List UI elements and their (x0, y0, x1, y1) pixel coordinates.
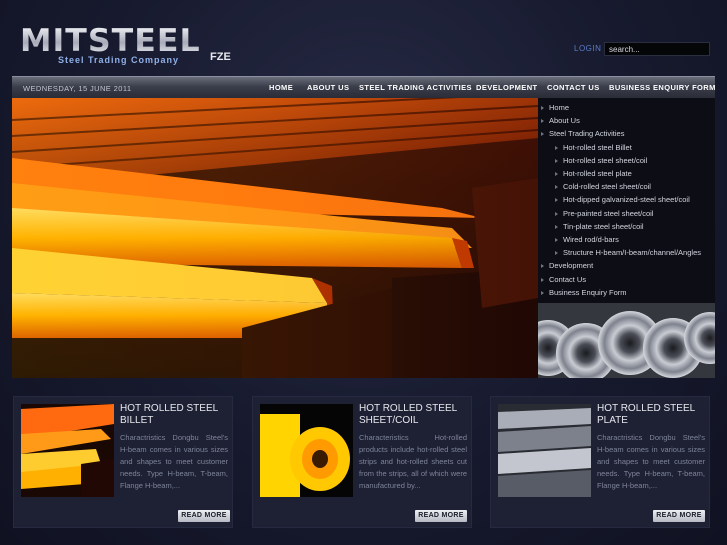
card-description: Charactristics Dongbu Steel's H-beam com… (120, 433, 228, 490)
read-more-button[interactable]: READ MORE (415, 510, 467, 522)
menu-arrow-icon (555, 172, 558, 176)
nav-contact-us[interactable]: CONTACT US (547, 83, 600, 92)
menu-arrow-icon (555, 225, 558, 229)
sidebar-menu-item[interactable]: Wired rod/d-bars (563, 235, 619, 244)
card-description: Charactristics Dongbu Steel's H-beam com… (597, 433, 705, 490)
card-hot-rolled-sheet-coil: HOT ROLLED STEEL SHEET/COIL Characterist… (252, 396, 472, 528)
card-description: Characteristics Hot-rolled products incl… (359, 433, 467, 490)
sidebar-menu-item[interactable]: Contact Us (549, 275, 586, 284)
site-logo[interactable]: MITSTEEL Steel Trading Company FZE (20, 26, 235, 70)
sidebar-menu-item[interactable]: Development (549, 261, 593, 270)
menu-arrow-icon (541, 278, 544, 282)
sidebar-menu-item[interactable]: Structure H-beam/I-beam/channel/Angles (563, 248, 701, 257)
main-navbar: WEDNESDAY, 15 JUNE 2011 HOME ABOUT US ST… (12, 76, 715, 98)
logo-suffix: FZE (210, 51, 231, 63)
hero-steel-billets-image (12, 98, 538, 378)
read-more-button[interactable]: READ MORE (178, 510, 230, 522)
read-more-button[interactable]: READ MORE (653, 510, 705, 522)
menu-arrow-icon (541, 291, 544, 295)
login-link[interactable]: LOGIN (574, 44, 601, 53)
menu-arrow-icon (541, 264, 544, 268)
logo-wordmark: MITSTEEL (20, 23, 201, 59)
sidebar-menu-item[interactable]: Steel Trading Activities (549, 129, 624, 138)
card-title: HOT ROLLED STEEL SHEET/COIL (359, 403, 457, 426)
card-title: HOT ROLLED STEEL PLATE (597, 403, 695, 426)
menu-arrow-icon (555, 238, 558, 242)
menu-arrow-icon (541, 106, 544, 110)
logo-tagline: Steel Trading Company (58, 55, 180, 65)
nav-steel-trading-activities[interactable]: STEEL TRADING ACTIVITIES (359, 83, 472, 92)
menu-arrow-icon (541, 119, 544, 123)
nav-home[interactable]: HOME (269, 83, 293, 92)
steel-coils-image (538, 303, 715, 378)
menu-arrow-icon (555, 185, 558, 189)
sidebar-menu-item[interactable]: Cold-rolled steel sheet/coil (563, 182, 651, 191)
sidebar-menu-item[interactable]: Hot-dipped galvanized-steel sheet/coil (563, 195, 690, 204)
card-hot-rolled-billet: HOT ROLLED STEEL BILLET Charactristics D… (13, 396, 233, 528)
sidebar-menu-item[interactable]: Tin-plate steel sheet/coil (563, 222, 644, 231)
menu-arrow-icon (541, 132, 544, 136)
menu-arrow-icon (555, 159, 558, 163)
coil-thumbnail-image (260, 404, 353, 497)
nav-business-enquiry-form[interactable]: BUSINESS ENQUIRY FORM (609, 83, 716, 92)
menu-arrow-icon (555, 251, 558, 255)
menu-arrow-icon (555, 146, 558, 150)
card-hot-rolled-plate: HOT ROLLED STEEL PLATE Charactristics Do… (490, 396, 710, 528)
sidebar-menu-item[interactable]: Hot-rolled steel plate (563, 169, 632, 178)
nav-development[interactable]: DEVELOPMENT (476, 83, 538, 92)
plate-thumbnail-image (498, 404, 591, 497)
current-date: WEDNESDAY, 15 JUNE 2011 (23, 84, 132, 93)
sidebar-menu-item[interactable]: Business Enquiry Form (549, 288, 627, 297)
billet-thumbnail-image (21, 404, 114, 497)
sidebar-menu-item[interactable]: Pre-painted steel sheet/coil (563, 209, 653, 218)
menu-arrow-icon (555, 212, 558, 216)
search-input[interactable] (604, 42, 710, 56)
sidebar-menu-item[interactable]: Hot-rolled steel Billet (563, 143, 632, 152)
menu-arrow-icon (555, 198, 558, 202)
card-title: HOT ROLLED STEEL BILLET (120, 403, 218, 426)
sidebar-menu-item[interactable]: Home (549, 103, 569, 112)
nav-about-us[interactable]: ABOUT US (307, 83, 349, 92)
sidebar-menu-item[interactable]: Hot-rolled steel sheet/coil (563, 156, 647, 165)
sidebar-menu-item[interactable]: About Us (549, 116, 580, 125)
